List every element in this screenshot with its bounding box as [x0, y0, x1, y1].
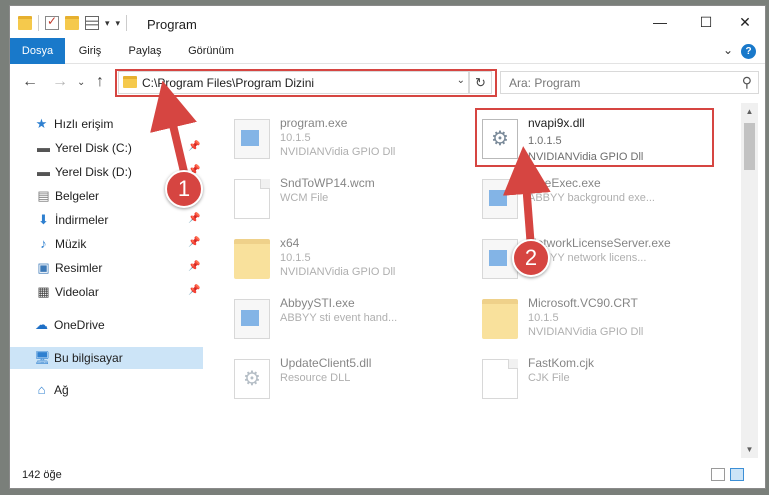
arrow-to-dll-file [502, 146, 551, 249]
arrow-to-address-bar [150, 80, 197, 177]
annotation-arrows [150, 80, 551, 249]
step-1-badge: 1 [165, 170, 203, 208]
step-2-badge: 2 [512, 239, 550, 277]
